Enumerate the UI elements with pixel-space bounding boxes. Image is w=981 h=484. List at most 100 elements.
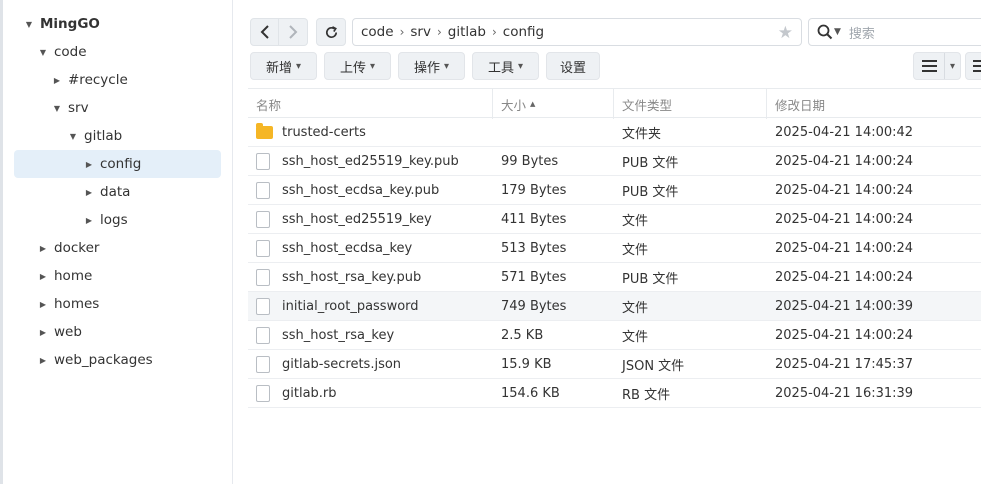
cell-modified: 2025-04-21 14:00:39 — [775, 299, 914, 314]
row-icon-cell — [256, 379, 270, 408]
crumb-gitlab[interactable]: gitlab — [448, 24, 486, 40]
detail-view-button[interactable] — [965, 52, 981, 80]
caret-right-icon[interactable] — [36, 241, 50, 255]
view-dropdown-icon[interactable]: ▾ — [945, 61, 960, 72]
tree-item-code[interactable]: code — [36, 38, 87, 66]
folder-icon — [256, 123, 273, 139]
table-row[interactable]: ssh_host_rsa_key 2.5 KB 文件 2025-04-21 14:00… — [248, 321, 981, 350]
refresh-button[interactable] — [316, 18, 346, 46]
cell-size: 15.9 KB — [501, 357, 552, 372]
tree-item-docker[interactable]: docker — [36, 234, 99, 262]
caret-right-icon[interactable] — [36, 297, 50, 311]
tree-root-minggo[interactable]: MingGO — [22, 10, 100, 38]
cell-type: 文件 — [622, 330, 649, 345]
back-button[interactable] — [250, 18, 279, 46]
table-header: 名称 大小 ▲ 文件类型 修改日期 — [248, 88, 981, 119]
caret-right-icon[interactable] — [36, 269, 50, 283]
cell-name: trusted-certs — [282, 125, 366, 140]
settings-button[interactable]: 设置 — [546, 52, 600, 80]
tree-item-label: srv — [68, 100, 89, 116]
view-mode-button[interactable]: ▾ — [913, 52, 961, 80]
table-row[interactable]: gitlab-secrets.json 15.9 KB JSON 文件 2025-04… — [248, 350, 981, 379]
file-icon — [256, 356, 270, 373]
caret-right-icon[interactable] — [82, 157, 96, 171]
tree-item-srv[interactable]: srv — [50, 94, 89, 122]
tree-item-web[interactable]: web — [36, 318, 82, 346]
search-dropdown-icon[interactable]: ▼ — [834, 27, 841, 37]
table-row[interactable]: ssh_host_ed25519_key 411 Bytes 文件 2025-04-2… — [248, 205, 981, 234]
table-row[interactable]: trusted-certs 文件夹 2025-04-21 14:00:42 — [248, 118, 981, 147]
action-button-label: 操作 — [413, 60, 440, 76]
tree-item-config[interactable]: config — [82, 150, 141, 178]
cell-modified: 2025-04-21 14:00:24 — [775, 154, 914, 169]
caret-down-icon[interactable] — [36, 45, 50, 59]
cell-modified: 2025-04-21 14:00:24 — [775, 241, 914, 256]
file-icon — [256, 182, 270, 199]
action-button[interactable]: 操作 — [398, 52, 465, 80]
cell-name: ssh_host_rsa_key — [282, 328, 395, 343]
refresh-icon — [325, 25, 337, 38]
upload-button[interactable]: 上传 — [324, 52, 391, 80]
caret-right-icon[interactable] — [36, 325, 50, 339]
cell-type: PUB 文件 — [622, 156, 679, 171]
caret-right-icon[interactable] — [82, 213, 96, 227]
header-size-label: 大小 — [501, 97, 527, 113]
cell-modified: 2025-04-21 14:00:42 — [775, 125, 914, 140]
header-size[interactable]: 大小 ▲ — [493, 89, 535, 119]
tree-item-label: gitlab — [84, 128, 123, 144]
search-icon[interactable] — [817, 24, 833, 40]
tree-item-gitlab[interactable]: gitlab — [66, 122, 122, 150]
tree-item-recycle[interactable]: #recycle — [50, 66, 128, 94]
create-button[interactable]: 新增 — [250, 52, 317, 80]
search-placeholder[interactable]: 搜索 — [849, 23, 875, 42]
table-row[interactable]: ssh_host_rsa_key.pub 571 Bytes PUB 文件 2025-… — [248, 263, 981, 292]
caret-right-icon[interactable] — [82, 185, 96, 199]
caret-right-icon[interactable] — [36, 353, 50, 367]
cell-size: 513 Bytes — [501, 241, 567, 256]
table-row[interactable]: ssh_host_ecdsa_key.pub 179 Bytes PUB 文件 202… — [248, 176, 981, 205]
tree-item-logs[interactable]: logs — [82, 206, 128, 234]
path-bar[interactable]: code › srv › gitlab › config ★ — [352, 18, 802, 46]
header-modified[interactable]: 修改日期 — [767, 89, 825, 119]
tree-item-webpackages[interactable]: web_packages — [36, 346, 153, 374]
row-icon-cell — [256, 263, 270, 292]
tree-item-label: code — [54, 44, 87, 60]
header-name-label: 名称 — [256, 97, 282, 113]
cell-name: initial_root_password — [282, 299, 419, 314]
search-box[interactable]: ▼ 搜索 — [808, 18, 981, 46]
caret-down-icon[interactable] — [50, 101, 64, 115]
folder-tree-panel: MingGO code #recycle srv gitlab config data lo… — [0, 0, 233, 484]
caret-down-icon[interactable] — [22, 17, 36, 31]
cell-modified: 2025-04-21 14:00:24 — [775, 183, 914, 198]
caret-down-icon[interactable] — [66, 129, 80, 143]
cell-size: 571 Bytes — [501, 270, 567, 285]
star-icon[interactable]: ★ — [778, 23, 793, 43]
cell-size: 99 Bytes — [501, 154, 559, 169]
crumb-code[interactable]: code — [361, 24, 394, 40]
header-name[interactable]: 名称 — [248, 89, 281, 119]
file-icon — [256, 153, 270, 170]
header-type[interactable]: 文件类型 — [614, 89, 672, 119]
history-nav — [250, 18, 308, 46]
tools-button[interactable]: 工具 — [472, 52, 539, 80]
tree-item-homes[interactable]: homes — [36, 290, 99, 318]
tree-item-label: config — [100, 156, 142, 172]
table-row[interactable]: ssh_host_ed25519_key.pub 99 Bytes PUB 文件 20… — [248, 147, 981, 176]
tree-item-data[interactable]: data — [82, 178, 130, 206]
table-row[interactable]: ssh_host_ecdsa_key 513 Bytes 文件 2025-04-21 … — [248, 234, 981, 263]
row-icon-cell — [256, 234, 270, 263]
cell-modified: 2025-04-21 14:00:24 — [775, 328, 914, 343]
tree-item-home[interactable]: home — [36, 262, 92, 290]
crumb-srv[interactable]: srv — [410, 24, 431, 40]
table-row[interactable]: gitlab.rb 154.6 KB RB 文件 2025-04-21 16:31:3… — [248, 379, 981, 408]
caret-right-icon[interactable] — [50, 73, 64, 87]
forward-button[interactable] — [279, 18, 308, 46]
crumb-config[interactable]: config — [503, 24, 544, 40]
settings-button-label: 设置 — [559, 60, 586, 76]
crumb-separator: › — [399, 25, 405, 39]
table-row[interactable]: initial_root_password 749 Bytes 文件 2025-04-… — [248, 292, 981, 321]
row-icon-cell — [256, 292, 270, 321]
list-view-icon[interactable] — [914, 53, 945, 79]
file-icon — [256, 211, 270, 228]
chevron-right-icon — [289, 25, 298, 39]
